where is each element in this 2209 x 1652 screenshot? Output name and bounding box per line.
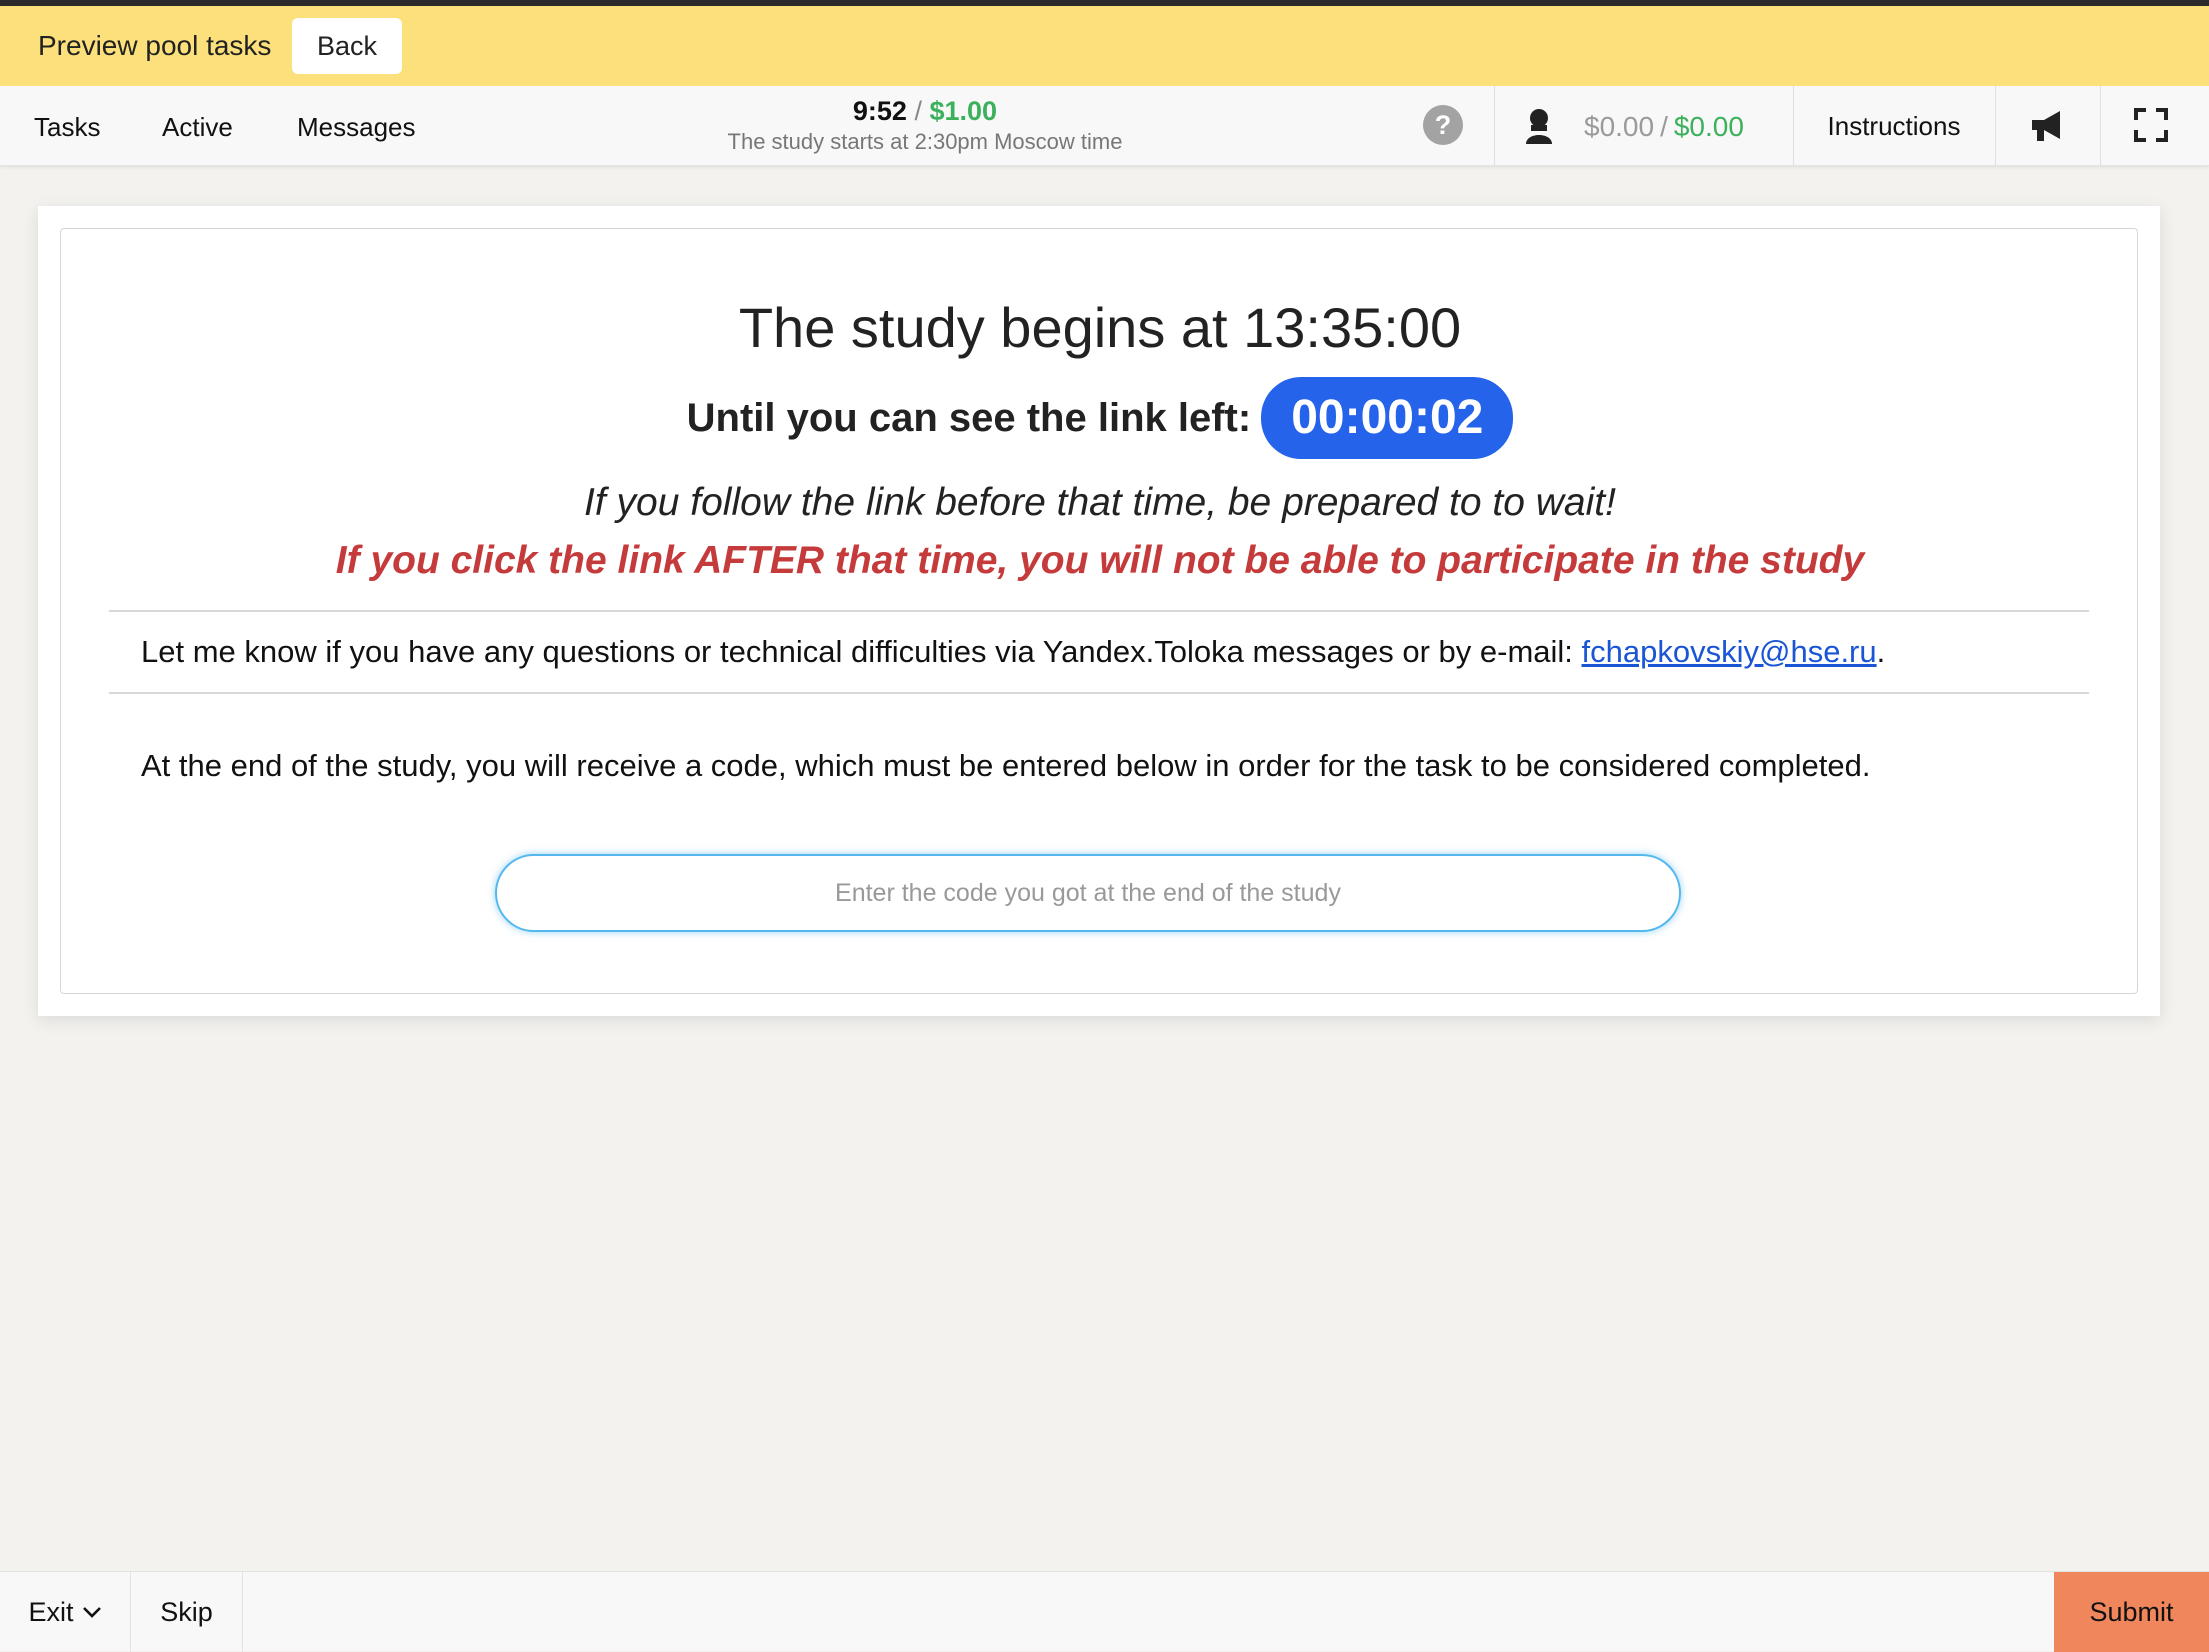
warning-text: If you click the link AFTER that time, y… [335,539,1865,582]
footer-bar: Exit Skip Submit [0,1571,2209,1652]
balance-left: $0.00 [1584,111,1655,142]
code-input[interactable] [495,854,1681,932]
nav-divider [2100,86,2101,166]
balance: $0.00/$0.00 [1584,111,1744,143]
study-title: The study begins at 13:35:00 [738,296,1462,359]
instructions-button[interactable]: Instructions [1795,86,1993,166]
back-button[interactable]: Back [292,18,402,74]
help-icon[interactable]: ? [1423,105,1463,145]
countdown-row: Until you can see the link left: 00:00:0… [61,377,2139,459]
nav-messages[interactable]: Messages [297,112,416,143]
chevron-down-icon [82,1607,101,1618]
divider [109,610,2089,612]
countdown-badge: 00:00:02 [1261,377,1514,459]
task-price: $1.00 [929,96,998,126]
user-icon[interactable] [1523,108,1555,146]
nav-tasks[interactable]: Tasks [34,112,100,143]
countdown-label: Until you can see the link left: [686,395,1252,440]
contact-text: Let me know if you have any questions or… [141,634,1885,670]
submit-button[interactable]: Submit [2054,1572,2209,1652]
top-navbar: Tasks Active Messages 9:52 / $1.00 The s… [0,86,2209,166]
balance-right: $0.00 [1673,111,1744,142]
code-note: At the end of the study, you will receiv… [141,748,1871,783]
nav-divider [1494,86,1495,166]
contact-period: . [1876,634,1886,669]
timer-subtitle: The study starts at 2:30pm Moscow time [727,129,1123,154]
skip-button[interactable]: Skip [131,1572,243,1652]
timer-separator: / [914,96,922,126]
nav-divider [1793,86,1794,166]
exit-label: Exit [28,1596,74,1627]
balance-separator: / [1660,111,1668,142]
fullscreen-icon[interactable] [2134,108,2168,142]
preview-bar: Preview pool tasks Back [0,6,2209,86]
exit-button[interactable]: Exit [0,1572,131,1652]
megaphone-icon[interactable] [2028,106,2068,146]
nav-active[interactable]: Active [162,112,233,143]
timer-line: 9:52 / $1.00 [625,96,1225,127]
task-content: The study begins at 13:35:00 Until you c… [60,228,2138,994]
contact-email-link[interactable]: fchapkovskiy@hse.ru [1582,634,1877,669]
contact-message: Let me know if you have any questions or… [141,634,1582,669]
timer-value: 9:52 [852,96,907,126]
task-timer-block: 9:52 / $1.00 The study starts at 2:30pm … [625,96,1225,155]
divider [109,692,2089,694]
follow-note: If you follow the link before that time,… [584,481,1616,524]
preview-title: Preview pool tasks [38,30,272,61]
task-card: The study begins at 13:35:00 Until you c… [38,206,2160,1016]
nav-divider [1995,86,1996,166]
